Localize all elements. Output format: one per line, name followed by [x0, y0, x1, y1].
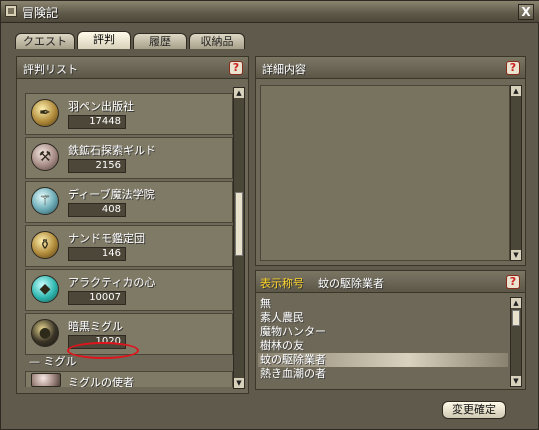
help-icon[interactable]: ?	[506, 275, 520, 289]
reputation-value: 408	[68, 203, 126, 217]
detail-header: 詳細内容 ?	[256, 57, 525, 79]
reputation-item[interactable]: ミグルの使者	[25, 371, 233, 387]
group-header[interactable]: — ミグル	[29, 353, 77, 369]
reputation-item[interactable]: ⚱ ナンドモ鑑定団 146	[25, 225, 233, 267]
adventure-log-window: 冒険記 X クエスト 評判 履歴 収納品 評判リスト ? ✒ 羽ペン出版社 17…	[0, 0, 539, 430]
scroll-up-icon[interactable]: ▲	[511, 298, 521, 308]
scroll-thumb[interactable]	[235, 192, 243, 256]
tab-history[interactable]: 履歴	[133, 33, 187, 49]
help-icon[interactable]: ?	[229, 61, 243, 75]
detail-content	[260, 85, 510, 261]
reputation-item[interactable]: ✒ 羽ペン出版社 17448	[25, 93, 233, 135]
window-icon	[5, 5, 17, 17]
title-scrollbar[interactable]: ▲ ▼	[510, 297, 522, 387]
reputation-list-header: 評判リスト ?	[17, 57, 248, 79]
title-option-selected[interactable]: 蚊の駆除業者	[258, 353, 508, 367]
reputation-item[interactable]: ◆ アラクティカの心 10007	[25, 269, 233, 311]
close-button[interactable]: X	[518, 4, 534, 20]
reputation-scrollbar[interactable]: ▲ ▼	[233, 87, 245, 389]
reputation-name: ナンドモ鑑定団	[68, 232, 145, 245]
title-label: 表示称号	[260, 277, 304, 290]
detail-title: 詳細内容	[262, 63, 306, 76]
reputation-name: ミグルの使者	[68, 376, 134, 387]
scroll-thumb[interactable]	[512, 310, 520, 326]
dark-orb-icon: ●	[31, 319, 59, 347]
reputation-value: 146	[68, 247, 126, 261]
reputation-value: 10007	[68, 291, 126, 305]
quill-icon: ✒	[31, 99, 59, 127]
reputation-value: 17448	[68, 115, 126, 129]
reputation-item[interactable]: ⚒ 鉄鉱石探索ギルド 2156	[25, 137, 233, 179]
title-option[interactable]: 素人農民	[258, 311, 508, 325]
detail-panel: 詳細内容 ? ▲ ▼	[255, 56, 526, 266]
scroll-down-icon[interactable]: ▼	[511, 250, 521, 260]
reputation-list-panel: 評判リスト ? ✒ 羽ペン出版社 17448 ⚒ 鉄鉱石探索ギルド 2156 ⚚…	[16, 56, 249, 394]
title-header: 表示称号 蚊の駆除業者 ?	[256, 271, 525, 293]
help-icon[interactable]: ?	[506, 61, 520, 75]
detail-scrollbar[interactable]: ▲ ▼	[510, 85, 522, 261]
reputation-value: 2156	[68, 159, 126, 173]
pickaxe-icon: ⚒	[31, 143, 59, 171]
reputation-name: 暗黒ミグル	[68, 320, 123, 333]
title-option[interactable]: 熱き血潮の者	[258, 367, 508, 381]
gem-icon: ◆	[31, 275, 59, 303]
tab-storage[interactable]: 収納品	[189, 33, 245, 49]
reputation-item[interactable]: ⚚ ディーブ魔法学院 408	[25, 181, 233, 223]
scroll-down-icon[interactable]: ▼	[511, 376, 521, 386]
scroll-up-icon[interactable]: ▲	[234, 88, 244, 98]
reputation-name: アラクティカの心	[68, 276, 156, 289]
magic-staff-icon: ⚚	[31, 187, 59, 215]
reputation-name: 鉄鉱石探索ギルド	[68, 144, 156, 157]
emblem-icon	[31, 373, 61, 387]
current-title: 蚊の駆除業者	[318, 277, 384, 290]
annotation-circle	[67, 342, 139, 359]
jar-icon: ⚱	[31, 231, 59, 259]
title-list: 無 素人農民 魔物ハンター 樹林の友 蚊の駆除業者 熱き血潮の者	[258, 297, 508, 387]
tab-quest[interactable]: クエスト	[15, 33, 75, 49]
title-option[interactable]: 樹林の友	[258, 339, 508, 353]
reputation-list-title: 評判リスト	[23, 63, 78, 76]
scroll-up-icon[interactable]: ▲	[511, 86, 521, 96]
title-option[interactable]: 無	[258, 297, 508, 311]
group-label: ミグル	[43, 355, 77, 368]
title-bar[interactable]: 冒険記 X	[1, 1, 539, 23]
window-title: 冒険記	[22, 6, 59, 20]
title-panel: 表示称号 蚊の駆除業者 ? 無 素人農民 魔物ハンター 樹林の友 蚊の駆除業者 …	[255, 270, 526, 390]
tab-reputation[interactable]: 評判	[77, 31, 131, 49]
reputation-list: ✒ 羽ペン出版社 17448 ⚒ 鉄鉱石探索ギルド 2156 ⚚ ディーブ魔法学…	[25, 87, 233, 387]
reputation-name: 羽ペン出版社	[68, 100, 134, 113]
title-option[interactable]: 魔物ハンター	[258, 325, 508, 339]
confirm-change-button[interactable]: 変更確定	[442, 401, 506, 419]
scroll-down-icon[interactable]: ▼	[234, 378, 244, 388]
reputation-name: ディーブ魔法学院	[68, 188, 155, 201]
